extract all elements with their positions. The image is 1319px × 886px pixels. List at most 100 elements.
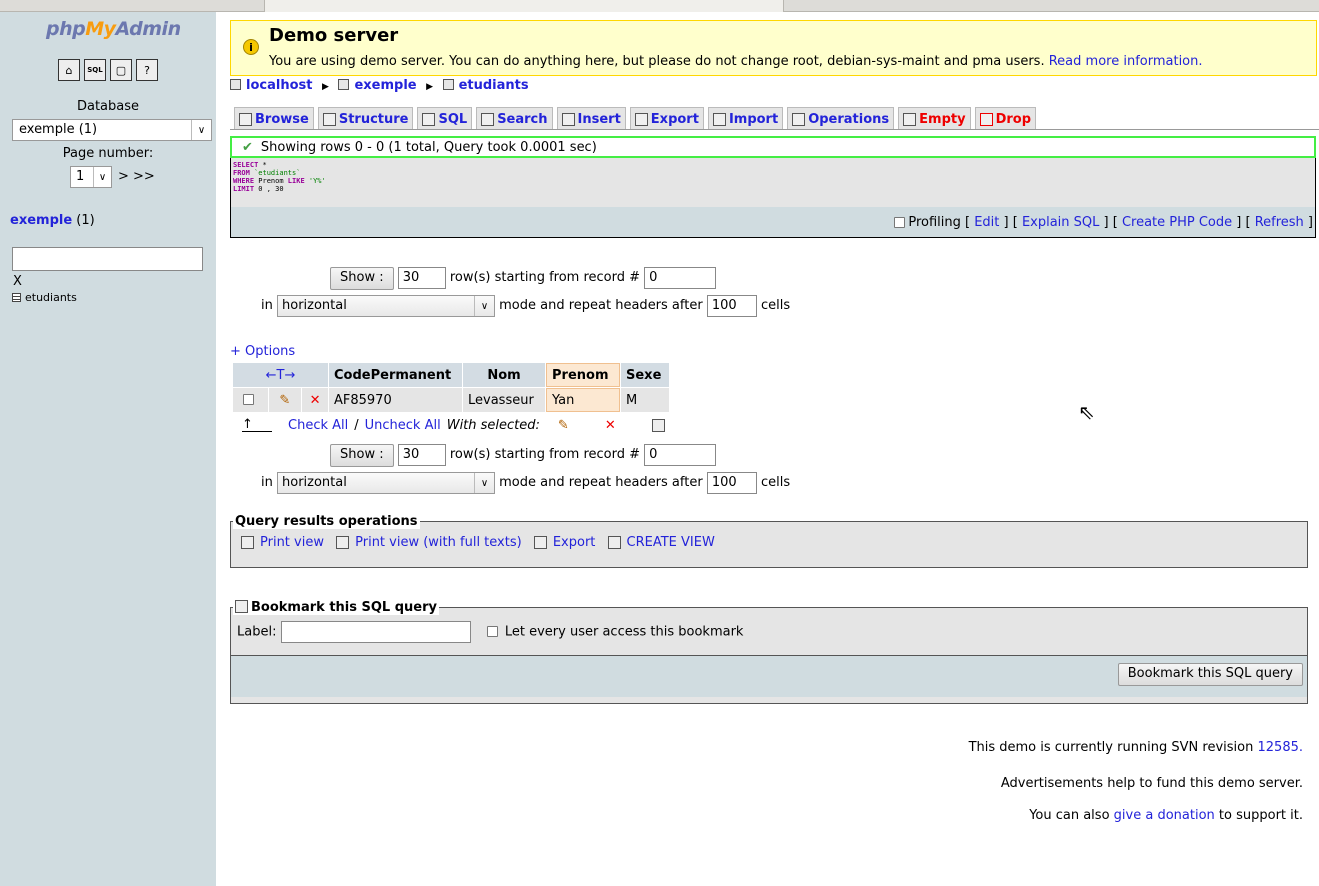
read-more-link[interactable]: Read more information. — [1049, 54, 1203, 69]
bookmark-query-section: Bookmark this SQL query Label: Let every… — [230, 600, 1308, 704]
display-mode-select-bottom[interactable]: horizontal ∨ — [277, 472, 495, 494]
notice-text: You are using demo server. You can do an… — [269, 54, 1203, 69]
cell-codepermanent[interactable]: AF85970 — [329, 388, 462, 412]
tab-operations[interactable]: Operations — [787, 107, 895, 129]
tab-export[interactable]: Export — [629, 107, 704, 129]
export-icon — [533, 536, 547, 549]
browser-tab[interactable] — [264, 0, 784, 12]
cell-prenom[interactable]: Yan — [546, 388, 620, 412]
breadcrumb-server[interactable]: localhost — [246, 78, 312, 93]
print-view-link[interactable]: Print view — [241, 535, 324, 550]
rows-input-bottom[interactable]: 30 — [397, 444, 446, 466]
delete-x-icon[interactable]: ✕ — [310, 393, 321, 408]
home-icon[interactable]: ⌂ — [58, 59, 80, 81]
cell-nom[interactable]: Levasseur — [463, 388, 545, 412]
navigation-form-top: Show : 30 row(s) starting from record # … — [330, 267, 717, 290]
show-button[interactable]: Show : — [330, 267, 394, 290]
options-toggle[interactable]: + Options — [230, 344, 295, 359]
ads-text: Advertisements help to fund this demo se… — [1000, 776, 1303, 791]
row-checkbox[interactable] — [243, 393, 255, 405]
bulk-actions-row: ↑ Check All / Uncheck All With selected: ✎… — [242, 418, 665, 433]
svn-revision-text: This demo is currently running SVN revis… — [968, 740, 1304, 755]
phpmyadmin-logo[interactable]: phpMyAdmin — [46, 18, 181, 40]
page-nav-next[interactable]: > >> — [118, 169, 155, 184]
tab-structure[interactable]: Structure — [317, 107, 414, 129]
show-button-bottom[interactable]: Show : — [330, 444, 394, 467]
breadcrumb-table[interactable]: etudiants — [459, 78, 529, 93]
view-icon — [607, 536, 621, 549]
column-sort-arrows[interactable]: ←T→ — [233, 363, 328, 387]
sidebar-database-link[interactable]: exemple (1) — [10, 213, 95, 228]
docs-icon[interactable]: ? — [136, 59, 158, 81]
edit-selected-icon[interactable]: ✎ — [558, 418, 569, 433]
every-user-checkbox[interactable] — [486, 625, 498, 637]
filter-clear-button[interactable]: X — [13, 274, 22, 289]
page-number-label: Page number: — [62, 146, 154, 161]
success-message: ✔ Showing rows 0 - 0 (1 total, Query took… — [230, 136, 1316, 158]
results-table: ←T→ CodePermanent Nom Prenom Sexe ✎ ✕ AF… — [232, 362, 670, 413]
breadcrumb: localhost ▶ exemple ▶ etudiants — [230, 78, 529, 93]
table-header-row: ←T→ CodePermanent Nom Prenom Sexe — [233, 363, 669, 387]
uncheck-all-link[interactable]: Uncheck All — [365, 418, 441, 433]
display-mode-select[interactable]: horizontal ∨ — [277, 295, 495, 317]
repeat-headers-input[interactable]: 100 — [706, 295, 757, 317]
print-view-full-link[interactable]: Print view (with full texts) — [336, 535, 522, 550]
start-record-input[interactable]: 0 — [644, 267, 717, 289]
donation-link[interactable]: give a donation — [1114, 808, 1215, 823]
tab-browse[interactable]: Browse — [234, 107, 314, 129]
tab-search[interactable]: Search — [476, 107, 553, 129]
main-content: i Demo server You are using demo server.… — [230, 12, 1319, 886]
database-icon — [338, 79, 350, 90]
column-header-sexe[interactable]: Sexe — [621, 363, 669, 387]
profiling-checkbox[interactable] — [894, 216, 906, 228]
edit-pencil-icon[interactable]: ✎ — [279, 393, 290, 408]
info-icon: i — [243, 39, 259, 55]
bookmark-label-input[interactable] — [280, 621, 471, 643]
create-php-code-link[interactable]: Create PHP Code — [1122, 215, 1232, 230]
delete-selected-icon[interactable]: ✕ — [605, 418, 616, 433]
start-record-input-bottom[interactable]: 0 — [644, 444, 717, 466]
check-all-link[interactable]: Check All — [288, 418, 348, 433]
chevron-down-icon: ∨ — [93, 167, 111, 187]
delete-row-cell: ✕ — [302, 388, 328, 412]
database-select[interactable]: exemple (1) ∨ — [12, 119, 212, 141]
sql-icon[interactable]: SQL — [84, 59, 106, 81]
query-results-operations: Query results operations Print view Prin… — [230, 514, 1308, 568]
export-selected-icon[interactable] — [651, 419, 665, 432]
tab-empty[interactable]: Empty — [898, 107, 971, 129]
svn-revision-link[interactable]: 12585. — [1258, 740, 1304, 755]
tab-import[interactable]: Import — [707, 107, 784, 129]
create-view-link[interactable]: CREATE VIEW — [607, 535, 715, 550]
repeat-headers-input-bottom[interactable]: 100 — [706, 472, 757, 494]
column-header-nom[interactable]: Nom — [463, 363, 545, 387]
explain-sql-link[interactable]: Explain SQL — [1022, 215, 1099, 230]
tab-drop[interactable]: Drop — [974, 107, 1037, 129]
import-icon — [712, 113, 726, 126]
print-icon — [241, 536, 254, 549]
edit-query-link[interactable]: Edit — [974, 215, 999, 230]
structure-icon — [322, 113, 336, 126]
breadcrumb-database[interactable]: exemple — [354, 78, 416, 93]
query-window-icon[interactable]: ▢ — [110, 59, 132, 81]
query-actions-bar: Profiling [ Edit ] [ Explain SQL ] [ Cre… — [231, 207, 1315, 237]
rows-input[interactable]: 30 — [397, 267, 446, 289]
table-row: ✎ ✕ AF85970 Levasseur Yan M — [233, 388, 669, 412]
checkmark-icon: ✔ — [242, 139, 253, 155]
refresh-link[interactable]: Refresh — [1255, 215, 1304, 230]
export-link[interactable]: Export — [533, 535, 595, 550]
page-number-select[interactable]: 1 ∨ — [70, 166, 112, 188]
server-icon — [230, 79, 241, 90]
print-icon — [336, 536, 350, 549]
search-icon — [481, 113, 495, 126]
column-header-prenom[interactable]: Prenom — [546, 363, 620, 387]
table-filter-input[interactable] — [12, 247, 203, 271]
sidebar-table-etudiants[interactable]: etudiants — [12, 291, 77, 304]
sql-query-box: SELECT * FROM `etudiants` WHERE Prenom L… — [230, 158, 1316, 238]
navigation-form-bottom: Show : 30 row(s) starting from record # … — [330, 444, 717, 467]
donation-text: You can also give a donation to support … — [1029, 808, 1303, 823]
tab-sql[interactable]: SQL — [417, 107, 473, 129]
tab-insert[interactable]: Insert — [556, 107, 626, 129]
column-header-codepermanent[interactable]: CodePermanent — [329, 363, 462, 387]
cell-sexe[interactable]: M — [621, 388, 669, 412]
bookmark-submit-button[interactable]: Bookmark this SQL query — [1117, 663, 1303, 686]
